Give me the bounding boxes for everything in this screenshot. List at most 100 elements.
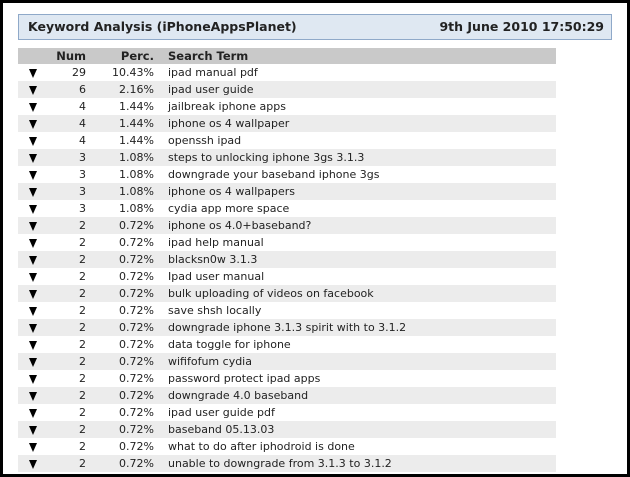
search-term-cell: jailbreak iphone apps [168,100,286,113]
expand-triangle-icon[interactable] [29,459,37,469]
table-row: 3 1.08% cydia app more space [18,200,556,217]
table-row: 2 0.72% Ipad user manual [18,268,556,285]
table-row: 2 0.72% blacksn0w 3.1.3 [18,251,556,268]
expand-triangle-icon[interactable] [29,272,37,282]
table-row: 2 0.72% downgrade 4.0 baseband [18,387,556,404]
table-row: 2 0.72% ipad help manual [18,234,556,251]
expand-triangle-icon[interactable] [29,255,37,265]
expand-triangle-icon[interactable] [29,357,37,367]
expand-triangle-icon[interactable] [29,136,37,146]
table-row: 2 0.72% password protect ipad apps [18,370,556,387]
expand-triangle-icon[interactable] [29,102,37,112]
table-row: 4 1.44% openssh ipad [18,132,556,149]
search-term-cell: ipad user guide pdf [168,406,275,419]
num-cell: 2 [79,406,86,419]
search-term-cell: data toggle for iphone [168,338,291,351]
table-row: 2 0.72% what to do after iphodroid is do… [18,438,556,455]
expand-triangle-icon[interactable] [29,323,37,333]
search-term-cell: ipad help manual [168,236,264,249]
search-term-cell: wififofum cydia [154,353,556,370]
expand-triangle-icon[interactable] [29,170,37,180]
expand-triangle-icon[interactable] [29,442,37,452]
search-term-cell: openssh ipad [168,134,242,147]
num-cell: 3 [79,168,86,181]
table-row: 4 1.44% iphone os 4 wallpaper [18,115,556,132]
search-term-cell: bulk uploading of videos on facebook [154,285,556,302]
perc-cell: 0.72% [119,236,154,249]
column-header-num[interactable]: Num [48,48,86,64]
column-header-perc[interactable]: Perc. [86,48,154,64]
table-row: 3 1.08% steps to unlocking iphone 3gs 3.… [18,149,556,166]
table-row: 29 10.43% ipad manual pdf [18,64,556,81]
perc-cell: 1.08% [119,168,154,181]
report-timestamp: 9th June 2010 17:50:29 [439,19,604,34]
perc-cell: 0.72% [119,406,154,419]
num-cell: 2 [79,338,86,351]
expand-triangle-icon[interactable] [29,408,37,418]
table-row: 2 0.72% wififofum cydia [18,353,556,370]
perc-cell: 0.72% [86,421,154,438]
keyword-table: Num Perc. Search Term 29 10.43% ipad man… [18,48,556,472]
expand-triangle-icon[interactable] [29,204,37,214]
num-cell: 2 [48,353,86,370]
table-row: 4 1.44% jailbreak iphone apps [18,98,556,115]
report-header: Keyword Analysis (iPhoneAppsPlanet) 9th … [18,14,612,40]
num-cell: 4 [79,134,86,147]
expand-triangle-icon[interactable] [29,221,37,231]
expand-triangle-icon[interactable] [29,391,37,401]
table-row: 2 0.72% save shsh locally [18,302,556,319]
perc-cell: 1.08% [119,202,154,215]
num-cell: 3 [79,202,86,215]
search-term-cell: iphone os 4.0+baseband? [154,217,556,234]
perc-cell: 0.72% [86,251,154,268]
search-term-cell: iphone os 4 wallpaper [154,115,556,132]
perc-cell: 1.44% [119,100,154,113]
num-cell: 2 [48,455,86,472]
num-cell: 2 [79,440,86,453]
search-term-cell: cydia app more space [168,202,290,215]
table-row: 2 0.72% data toggle for iphone [18,336,556,353]
num-cell: 2 [48,251,86,268]
search-term-cell: downgrade your baseband iphone 3gs [168,168,380,181]
num-cell: 2 [48,217,86,234]
search-term-cell: downgrade iphone 3.1.3 spirit with to 3.… [154,319,556,336]
search-term-cell: ipad manual pdf [168,66,258,79]
perc-cell: 0.72% [119,270,154,283]
report-panel: Keyword Analysis (iPhoneAppsPlanet) 9th … [3,3,627,474]
expand-triangle-icon[interactable] [29,187,37,197]
num-cell: 3 [48,183,86,200]
perc-cell: 0.72% [86,319,154,336]
perc-cell: 0.72% [86,217,154,234]
table-row: 2 0.72% unable to downgrade from 3.1.3 t… [18,455,556,472]
search-term-cell: unable to downgrade from 3.1.3 to 3.1.2 [154,455,556,472]
num-cell: 29 [72,66,86,79]
expand-triangle-icon[interactable] [29,340,37,350]
expand-triangle-icon[interactable] [29,68,37,78]
num-cell: 2 [48,319,86,336]
expand-triangle-icon[interactable] [29,289,37,299]
table-row: 6 2.16% ipad user guide [18,81,556,98]
table-row: 3 1.08% downgrade your baseband iphone 3… [18,166,556,183]
expand-triangle-icon[interactable] [29,85,37,95]
expand-triangle-icon[interactable] [29,238,37,248]
expand-triangle-icon[interactable] [29,374,37,384]
perc-cell: 0.72% [86,353,154,370]
expand-triangle-icon[interactable] [29,153,37,163]
search-term-cell: iphone os 4 wallpapers [154,183,556,200]
num-cell: 4 [48,115,86,132]
table-row: 2 0.72% iphone os 4.0+baseband? [18,217,556,234]
expand-triangle-icon[interactable] [29,425,37,435]
expand-triangle-icon[interactable] [29,119,37,129]
perc-cell: 2.16% [86,81,154,98]
perc-cell: 0.72% [119,338,154,351]
search-term-cell: downgrade 4.0 baseband [154,387,556,404]
search-term-cell: blacksn0w 3.1.3 [154,251,556,268]
table-row: 3 1.08% iphone os 4 wallpapers [18,183,556,200]
perc-cell: 1.08% [86,183,154,200]
expand-triangle-icon[interactable] [29,306,37,316]
column-header-search-term[interactable]: Search Term [154,48,556,64]
search-term-cell: baseband 05.13.03 [154,421,556,438]
search-term-cell: password protect ipad apps [168,372,321,385]
search-term-cell: save shsh locally [168,304,262,317]
num-cell: 6 [48,81,86,98]
